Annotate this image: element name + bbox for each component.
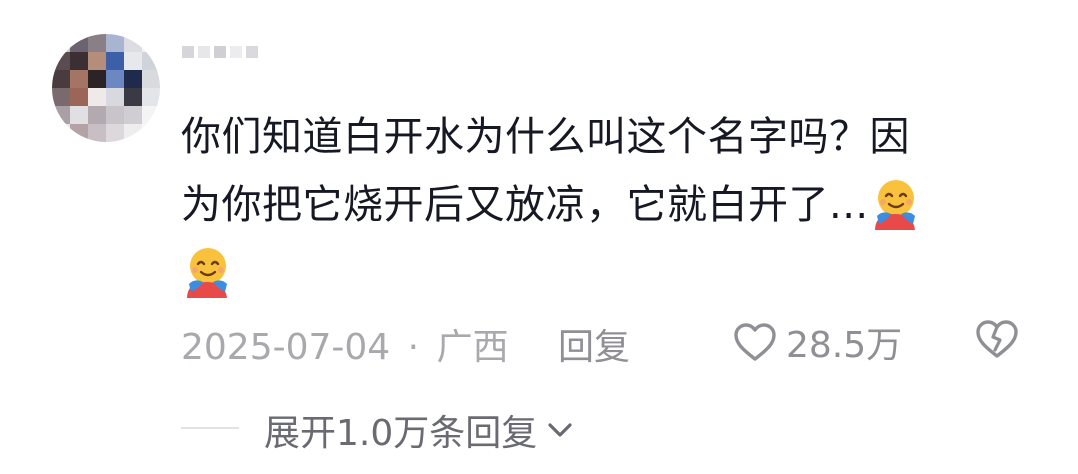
dislike-button[interactable] xyxy=(973,318,1021,364)
expand-divider xyxy=(181,427,239,429)
expand-replies-button[interactable]: 展开1.0万条回复 xyxy=(264,404,573,456)
hugging-face-emoji-icon xyxy=(874,180,915,230)
comment-text: 你们知道白开水为什么叫这个名字吗？因 为你把它烧开后又放凉，它就白开了... xyxy=(181,103,1001,307)
like-button[interactable]: 28.5万 xyxy=(732,316,902,368)
comment-date: 2025-07-04 xyxy=(181,327,391,368)
expand-replies-label: 展开1.0万条回复 xyxy=(264,413,538,454)
username[interactable] xyxy=(182,46,258,58)
comment-location: 广西 xyxy=(436,327,509,368)
reply-button[interactable]: 回复 xyxy=(558,318,630,370)
hugging-face-emoji-icon xyxy=(187,248,227,298)
comment-line-2: 为你把它烧开后又放凉，它就白开了... xyxy=(181,182,869,228)
chevron-down-icon xyxy=(548,423,572,437)
comment-line-1: 你们知道白开水为什么叫这个名字吗？因 xyxy=(181,114,910,160)
avatar[interactable] xyxy=(52,34,160,142)
like-count: 28.5万 xyxy=(786,325,903,366)
comment-meta: 2025-07-04 · 广西 xyxy=(181,318,509,370)
broken-heart-icon xyxy=(976,320,1018,358)
meta-separator: · xyxy=(407,327,420,368)
heart-outline-icon xyxy=(734,323,776,361)
